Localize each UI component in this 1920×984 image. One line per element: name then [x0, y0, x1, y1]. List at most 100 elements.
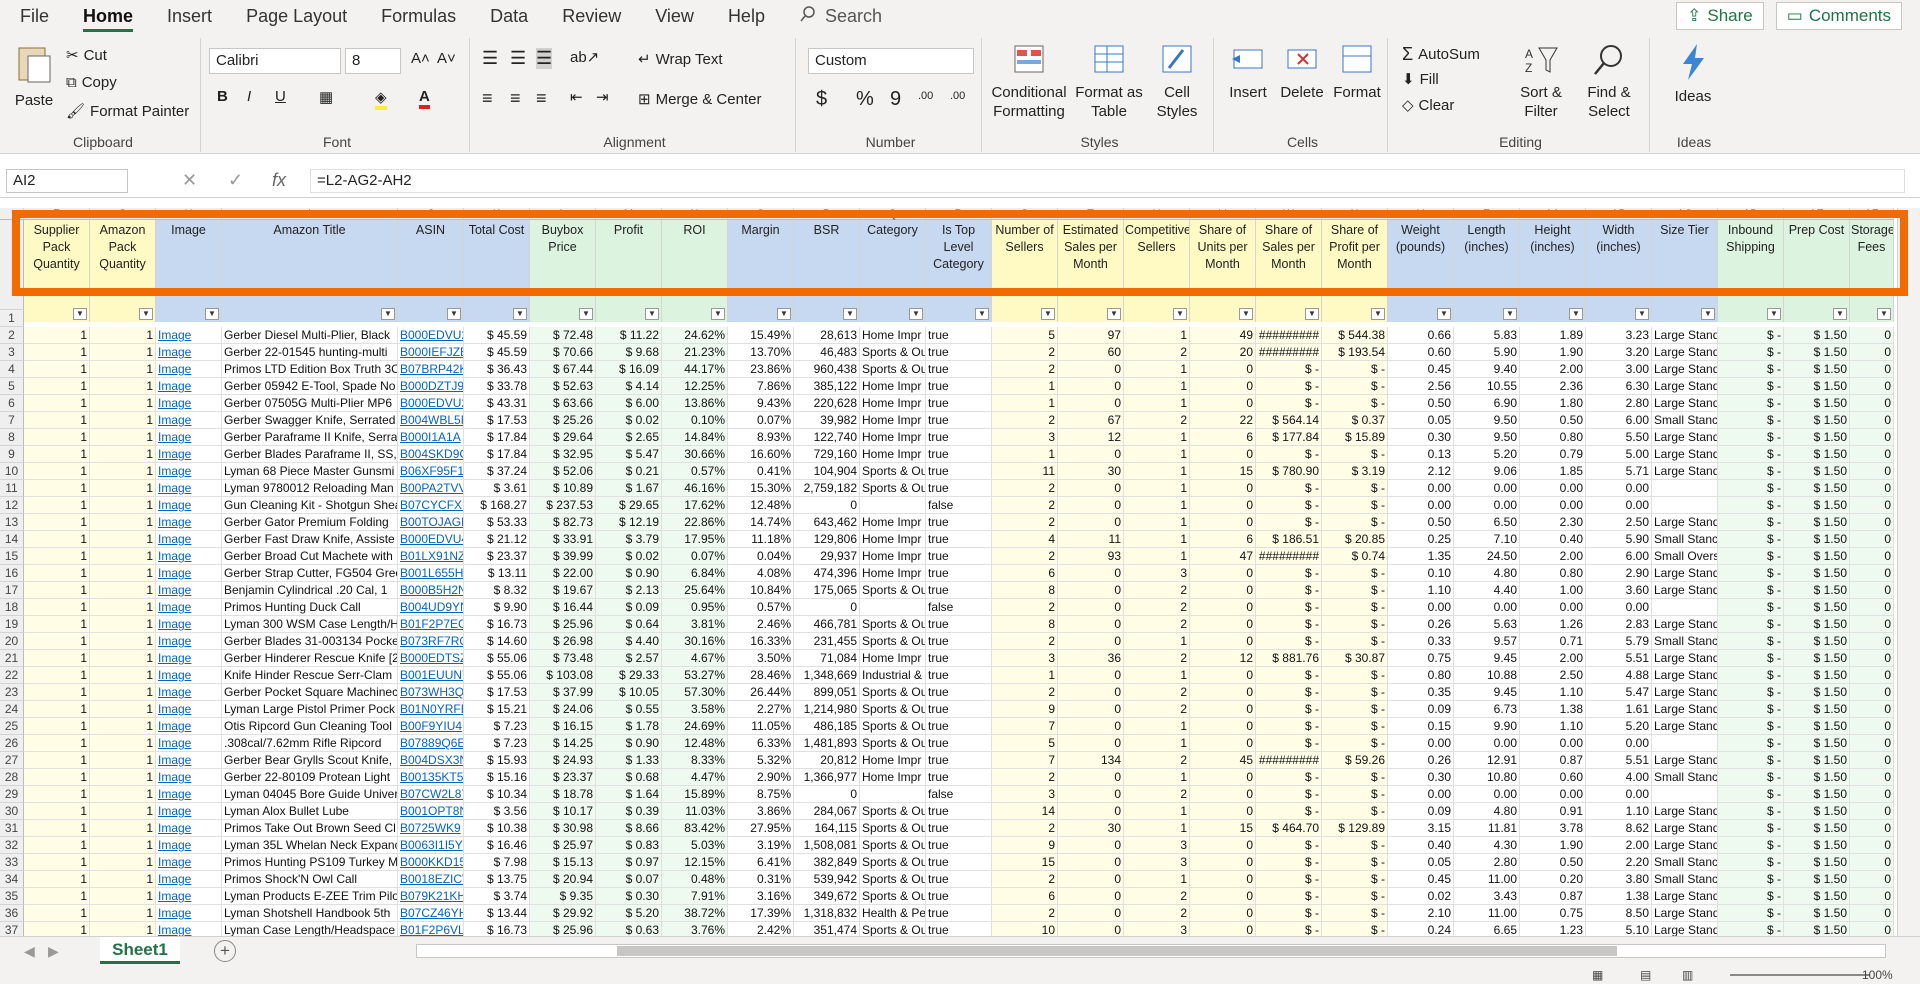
table-cell[interactable]: Gerber 22-80109 Protean Light [222, 769, 398, 786]
table-cell[interactable]: 0 [1850, 871, 1894, 888]
table-cell[interactable]: 0 [1058, 480, 1124, 497]
table-cell[interactable]: 2 [992, 769, 1058, 786]
table-cell[interactable]: $ 21.12 [464, 531, 530, 548]
table-cell[interactable]: $ 25.96 [530, 616, 596, 633]
table-cell[interactable]: Image [156, 548, 222, 565]
table-cell[interactable]: 0.00 [1454, 735, 1520, 752]
table-cell[interactable]: 1 [90, 412, 156, 429]
table-cell[interactable]: $ - [1256, 922, 1322, 936]
table-cell[interactable]: 1 [24, 701, 90, 718]
table-cell[interactable]: $ 63.66 [530, 395, 596, 412]
table-cell[interactable]: 0 [1058, 395, 1124, 412]
table-cell[interactable]: 7.91% [662, 888, 728, 905]
table-cell[interactable]: 28.46% [728, 667, 794, 684]
table-cell[interactable]: $ - [1718, 684, 1784, 701]
table-cell[interactable]: 1 [24, 922, 90, 936]
table-cell[interactable]: Image [156, 429, 222, 446]
table-cell[interactable]: Image [156, 480, 222, 497]
table-cell[interactable]: Home Impr [860, 565, 926, 582]
table-cell[interactable]: 0.00 [1520, 786, 1586, 803]
table-cell[interactable] [1652, 497, 1718, 514]
font-size-select[interactable]: 8 [345, 48, 401, 74]
table-cell[interactable]: $ - [1718, 922, 1784, 936]
table-cell[interactable]: 2 [992, 633, 1058, 650]
table-cell[interactable]: 1 [90, 684, 156, 701]
table-cell[interactable]: 1 [90, 667, 156, 684]
table-cell[interactable]: Image [156, 565, 222, 582]
table-cell[interactable]: 2 [992, 480, 1058, 497]
row-header[interactable]: 10 [0, 463, 24, 480]
header-cell[interactable]: ROI [662, 220, 728, 322]
filter-dropdown-icon[interactable]: ▼ [711, 308, 725, 320]
table-cell[interactable]: Lyman Case Length/Headspace [222, 922, 398, 936]
table-cell[interactable]: Sports & Ou [860, 344, 926, 361]
table-cell[interactable]: 1 [1124, 446, 1190, 463]
table-cell[interactable]: $ 1.50 [1784, 888, 1850, 905]
table-cell[interactable]: Large Stand [1652, 463, 1718, 480]
table-cell[interactable]: $ 3.19 [1322, 463, 1388, 480]
table-cell[interactable]: 1 [90, 752, 156, 769]
table-cell[interactable]: $ 1.50 [1784, 361, 1850, 378]
filter-dropdown-icon[interactable]: ▼ [1173, 308, 1187, 320]
table-cell[interactable]: 11.00 [1454, 871, 1520, 888]
table-cell[interactable]: 0 [1058, 446, 1124, 463]
table-cell[interactable]: 1 [24, 769, 90, 786]
table-cell[interactable]: 1,214,980 [794, 701, 860, 718]
table-cell[interactable]: 3.78 [1520, 820, 1586, 837]
table-cell[interactable]: $ 1.50 [1784, 548, 1850, 565]
fill-color-icon[interactable]: ◈ [375, 88, 387, 110]
table-cell[interactable]: 0 [1058, 497, 1124, 514]
borders-icon[interactable]: ▦ [319, 88, 333, 106]
table-cell[interactable]: 0 [1058, 701, 1124, 718]
table-cell[interactable]: Image [156, 582, 222, 599]
table-cell[interactable]: 12.48% [728, 497, 794, 514]
table-cell[interactable]: Large Stand [1652, 922, 1718, 936]
table-cell[interactable]: Image [156, 701, 222, 718]
filter-dropdown-icon[interactable]: ▼ [513, 308, 527, 320]
table-cell[interactable]: $ 11.22 [596, 327, 662, 344]
table-cell[interactable]: 1.10 [1520, 718, 1586, 735]
table-cell[interactable]: 0 [1058, 684, 1124, 701]
row-header[interactable]: 29 [0, 786, 24, 803]
table-cell[interactable]: 0 [1850, 752, 1894, 769]
table-cell[interactable]: 0 [1190, 701, 1256, 718]
table-cell[interactable]: 0 [1190, 786, 1256, 803]
table-cell[interactable]: Large Stand [1652, 905, 1718, 922]
table-cell[interactable]: Home Impr [860, 531, 926, 548]
table-cell[interactable]: 0 [1850, 395, 1894, 412]
table-cell[interactable]: 0.02 [1388, 888, 1454, 905]
table-cell[interactable]: 10.55 [1454, 378, 1520, 395]
table-cell[interactable]: 38.72% [662, 905, 728, 922]
table-cell[interactable]: $ 29.92 [530, 905, 596, 922]
table-cell[interactable]: $ 15.89 [1322, 429, 1388, 446]
table-cell[interactable]: $ 0.64 [596, 616, 662, 633]
table-cell[interactable]: $ - [1718, 582, 1784, 599]
table-cell[interactable]: 14.74% [728, 514, 794, 531]
table-cell[interactable]: $ - [1718, 480, 1784, 497]
table-cell[interactable]: 2.46% [728, 616, 794, 633]
table-cell[interactable]: Gerber Swagger Knife, Serrated [222, 412, 398, 429]
table-cell[interactable]: $ 0.02 [596, 412, 662, 429]
table-cell[interactable]: $ - [1322, 582, 1388, 599]
table-cell[interactable]: 2 [1124, 582, 1190, 599]
table-cell[interactable]: 1 [90, 905, 156, 922]
table-cell[interactable]: 1 [90, 786, 156, 803]
table-cell[interactable]: 0 [1190, 565, 1256, 582]
comma-button[interactable]: 9 [890, 88, 901, 111]
table-cell[interactable]: Image [156, 718, 222, 735]
table-cell[interactable]: 1 [1124, 378, 1190, 395]
table-cell[interactable]: $ 1.50 [1784, 446, 1850, 463]
filter-dropdown-icon[interactable]: ▼ [1503, 308, 1517, 320]
table-cell[interactable]: 6 [1190, 531, 1256, 548]
table-cell[interactable]: 1 [90, 565, 156, 582]
table-cell[interactable]: 15 [992, 854, 1058, 871]
table-cell[interactable]: 1 [90, 599, 156, 616]
table-cell[interactable]: $ - [1256, 514, 1322, 531]
table-cell[interactable]: B0063I1I5Y [398, 837, 464, 854]
table-cell[interactable]: $ 9.68 [596, 344, 662, 361]
table-cell[interactable]: 0.60 [1520, 769, 1586, 786]
table-cell[interactable]: $ - [1322, 718, 1388, 735]
table-cell[interactable]: 1 [90, 701, 156, 718]
table-cell[interactable]: 6.00 [1586, 412, 1652, 429]
table-cell[interactable]: 0.57% [728, 599, 794, 616]
